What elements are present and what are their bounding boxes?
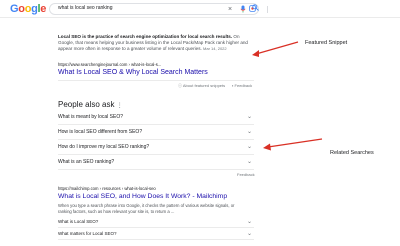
- featured-snippet-annotation: Featured Snippet: [305, 40, 348, 46]
- featured-arrow: [252, 41, 299, 57]
- annotation-arrows: [252, 41, 323, 151]
- related-arrow: [263, 138, 323, 151]
- related-searches-annotation: Related Searches: [330, 150, 374, 156]
